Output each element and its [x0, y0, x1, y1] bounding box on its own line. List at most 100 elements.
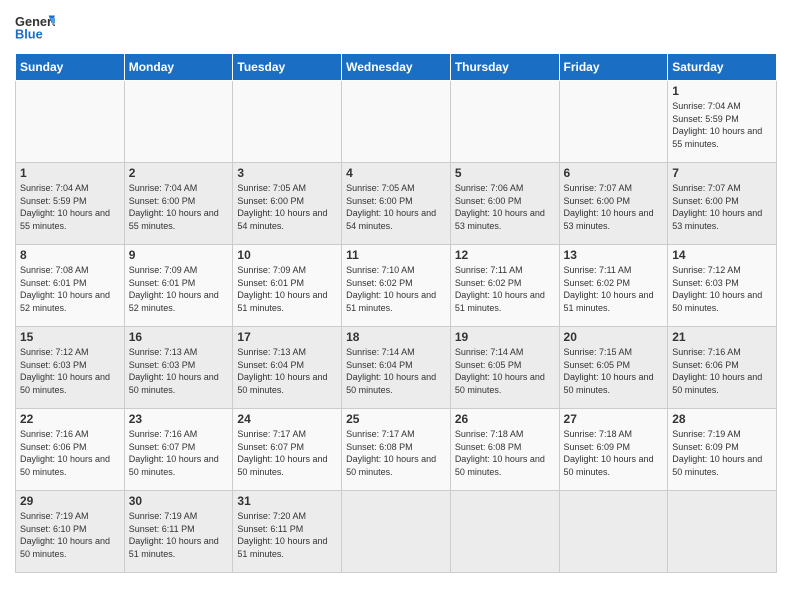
cell-info: Sunrise: 7:08 AMSunset: 6:01 PMDaylight:… [20, 264, 120, 314]
day-number: 16 [129, 330, 229, 344]
cell-info: Sunrise: 7:07 AMSunset: 6:00 PMDaylight:… [564, 182, 664, 232]
cell-info: Sunrise: 7:17 AMSunset: 6:08 PMDaylight:… [346, 428, 446, 478]
svg-text:Blue: Blue [15, 27, 43, 42]
cell-info: Sunrise: 7:18 AMSunset: 6:09 PMDaylight:… [564, 428, 664, 478]
cell-info: Sunrise: 7:11 AMSunset: 6:02 PMDaylight:… [564, 264, 664, 314]
calendar-week-row: 1 Sunrise: 7:04 AMSunset: 5:59 PMDaylight… [16, 163, 777, 245]
cell-info: Sunrise: 7:19 AMSunset: 6:10 PMDaylight:… [20, 510, 120, 560]
calendar-cell: 14 Sunrise: 7:12 AMSunset: 6:03 PMDayligh… [668, 245, 777, 327]
logo-icon: General Blue [15, 10, 55, 45]
cell-info: Sunrise: 7:14 AMSunset: 6:05 PMDaylight:… [455, 346, 555, 396]
cell-info: Sunrise: 7:12 AMSunset: 6:03 PMDaylight:… [672, 264, 772, 314]
cell-info: Sunrise: 7:16 AMSunset: 6:06 PMDaylight:… [20, 428, 120, 478]
calendar-cell [559, 491, 668, 573]
cell-info: Sunrise: 7:05 AMSunset: 6:00 PMDaylight:… [346, 182, 446, 232]
calendar-cell: 26Sunrise: 7:18 AMSunset: 6:08 PMDayligh… [450, 409, 559, 491]
cell-info: Sunrise: 7:10 AMSunset: 6:02 PMDaylight:… [346, 264, 446, 314]
calendar-cell: 13 Sunrise: 7:11 AMSunset: 6:02 PMDayligh… [559, 245, 668, 327]
day-number: 31 [237, 494, 337, 508]
day-number: 12 [455, 248, 555, 262]
cell-info: Sunrise: 7:04 AMSunset: 5:59 PMDaylight:… [672, 100, 772, 150]
header: General Blue [15, 10, 777, 45]
calendar-cell: 18 Sunrise: 7:14 AMSunset: 6:04 PMDayligh… [342, 327, 451, 409]
day-number: 24 [237, 412, 337, 426]
calendar-cell: 15Sunrise: 7:12 AMSunset: 6:03 PMDayligh… [16, 327, 125, 409]
calendar-cell: 12 Sunrise: 7:11 AMSunset: 6:02 PMDayligh… [450, 245, 559, 327]
day-number: 29 [20, 494, 120, 508]
calendar-cell: 10 Sunrise: 7:09 AMSunset: 6:01 PMDayligh… [233, 245, 342, 327]
cell-info: Sunrise: 7:04 AMSunset: 6:00 PMDaylight:… [129, 182, 229, 232]
calendar-cell [342, 491, 451, 573]
header-day: Monday [124, 54, 233, 81]
cell-info: Sunrise: 7:17 AMSunset: 6:07 PMDaylight:… [237, 428, 337, 478]
calendar-cell [668, 491, 777, 573]
header-day: Friday [559, 54, 668, 81]
day-number: 7 [672, 166, 772, 180]
calendar-cell: 25 Sunrise: 7:17 AMSunset: 6:08 PMDayligh… [342, 409, 451, 491]
calendar-week-row: 15Sunrise: 7:12 AMSunset: 6:03 PMDayligh… [16, 327, 777, 409]
day-number: 20 [564, 330, 664, 344]
cell-info: Sunrise: 7:11 AMSunset: 6:02 PMDaylight:… [455, 264, 555, 314]
calendar-cell: 30Sunrise: 7:19 AMSunset: 6:11 PMDayligh… [124, 491, 233, 573]
cell-info: Sunrise: 7:05 AMSunset: 6:00 PMDaylight:… [237, 182, 337, 232]
day-number: 6 [564, 166, 664, 180]
calendar-cell: 11 Sunrise: 7:10 AMSunset: 6:02 PMDayligh… [342, 245, 451, 327]
header-day: Thursday [450, 54, 559, 81]
day-number: 25 [346, 412, 446, 426]
calendar-cell: 16 Sunrise: 7:13 AMSunset: 6:03 PMDayligh… [124, 327, 233, 409]
calendar-cell: 28Sunrise: 7:19 AMSunset: 6:09 PMDayligh… [668, 409, 777, 491]
calendar-cell [16, 81, 125, 163]
cell-info: Sunrise: 7:09 AMSunset: 6:01 PMDaylight:… [237, 264, 337, 314]
calendar-cell [450, 491, 559, 573]
day-number: 8 [20, 248, 120, 262]
calendar-cell: 8 Sunrise: 7:08 AMSunset: 6:01 PMDaylight… [16, 245, 125, 327]
calendar-cell: 22 Sunrise: 7:16 AMSunset: 6:06 PMDayligh… [16, 409, 125, 491]
day-number: 13 [564, 248, 664, 262]
cell-info: Sunrise: 7:19 AMSunset: 6:11 PMDaylight:… [129, 510, 229, 560]
header-day: Tuesday [233, 54, 342, 81]
header-day: Sunday [16, 54, 125, 81]
calendar-table: SundayMondayTuesdayWednesdayThursdayFrid… [15, 53, 777, 573]
calendar-cell: 27Sunrise: 7:18 AMSunset: 6:09 PMDayligh… [559, 409, 668, 491]
calendar-cell: 2 Sunrise: 7:04 AMSunset: 6:00 PMDaylight… [124, 163, 233, 245]
calendar-week-row: 8 Sunrise: 7:08 AMSunset: 6:01 PMDaylight… [16, 245, 777, 327]
calendar-cell: 31Sunrise: 7:20 AMSunset: 6:11 PMDayligh… [233, 491, 342, 573]
calendar-cell: 4 Sunrise: 7:05 AMSunset: 6:00 PMDaylight… [342, 163, 451, 245]
calendar-cell: 1 Sunrise: 7:04 AMSunset: 5:59 PMDaylight… [16, 163, 125, 245]
logo: General Blue [15, 10, 55, 45]
cell-info: Sunrise: 7:13 AMSunset: 6:03 PMDaylight:… [129, 346, 229, 396]
day-number: 2 [129, 166, 229, 180]
calendar-cell: 23Sunrise: 7:16 AMSunset: 6:07 PMDayligh… [124, 409, 233, 491]
day-number: 1 [20, 166, 120, 180]
day-number: 1 [672, 84, 772, 98]
header-row: SundayMondayTuesdayWednesdayThursdayFrid… [16, 54, 777, 81]
cell-info: Sunrise: 7:14 AMSunset: 6:04 PMDaylight:… [346, 346, 446, 396]
day-number: 9 [129, 248, 229, 262]
cell-info: Sunrise: 7:06 AMSunset: 6:00 PMDaylight:… [455, 182, 555, 232]
day-number: 3 [237, 166, 337, 180]
cell-info: Sunrise: 7:04 AMSunset: 5:59 PMDaylight:… [20, 182, 120, 232]
calendar-cell: 24 Sunrise: 7:17 AMSunset: 6:07 PMDayligh… [233, 409, 342, 491]
day-number: 18 [346, 330, 446, 344]
day-number: 21 [672, 330, 772, 344]
day-number: 17 [237, 330, 337, 344]
calendar-cell: 19Sunrise: 7:14 AMSunset: 6:05 PMDayligh… [450, 327, 559, 409]
day-number: 22 [20, 412, 120, 426]
cell-info: Sunrise: 7:16 AMSunset: 6:07 PMDaylight:… [129, 428, 229, 478]
calendar-week-row: 29 Sunrise: 7:19 AMSunset: 6:10 PMDayligh… [16, 491, 777, 573]
cell-info: Sunrise: 7:09 AMSunset: 6:01 PMDaylight:… [129, 264, 229, 314]
calendar-cell: 5Sunrise: 7:06 AMSunset: 6:00 PMDaylight… [450, 163, 559, 245]
cell-info: Sunrise: 7:16 AMSunset: 6:06 PMDaylight:… [672, 346, 772, 396]
day-number: 4 [346, 166, 446, 180]
calendar-cell: 20Sunrise: 7:15 AMSunset: 6:05 PMDayligh… [559, 327, 668, 409]
day-number: 11 [346, 248, 446, 262]
day-number: 14 [672, 248, 772, 262]
header-day: Saturday [668, 54, 777, 81]
calendar-cell: 21 Sunrise: 7:16 AMSunset: 6:06 PMDayligh… [668, 327, 777, 409]
day-number: 10 [237, 248, 337, 262]
calendar-cell: 3 Sunrise: 7:05 AMSunset: 6:00 PMDaylight… [233, 163, 342, 245]
calendar-cell: 17Sunrise: 7:13 AMSunset: 6:04 PMDayligh… [233, 327, 342, 409]
calendar-cell: 9 Sunrise: 7:09 AMSunset: 6:01 PMDaylight… [124, 245, 233, 327]
calendar-cell [233, 81, 342, 163]
calendar-cell [124, 81, 233, 163]
